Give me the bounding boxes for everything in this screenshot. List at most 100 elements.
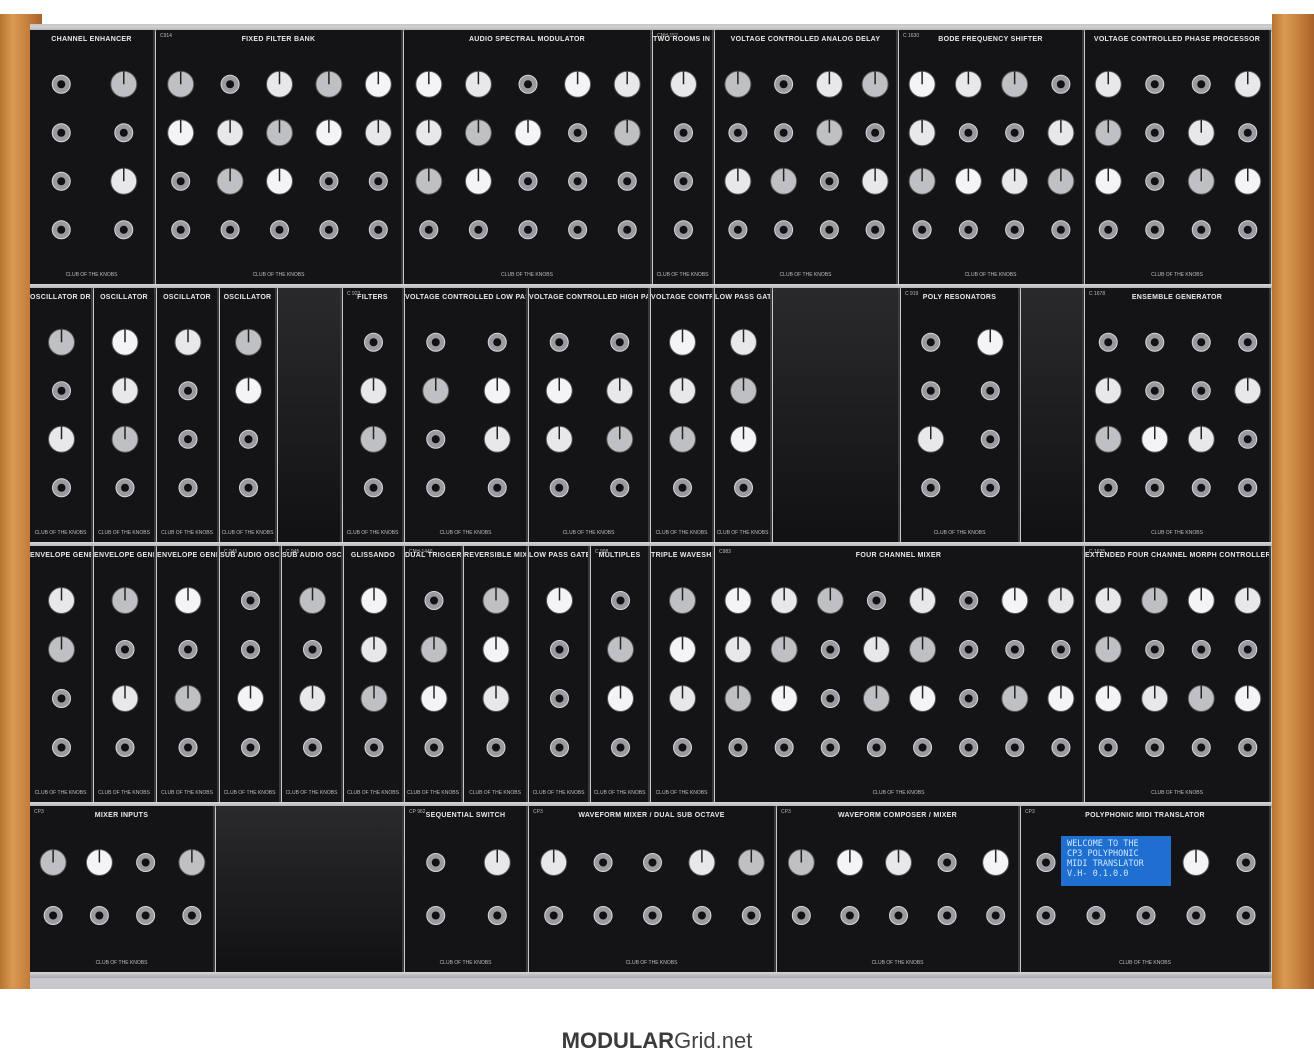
control-knob[interactable] [1187, 685, 1215, 712]
patch-jack[interactable] [611, 591, 630, 610]
control-knob[interactable] [420, 636, 448, 663]
patch-jack[interactable] [958, 220, 978, 240]
patch-jack[interactable] [774, 220, 794, 240]
control-knob[interactable] [613, 119, 641, 147]
control-knob[interactable] [724, 167, 752, 195]
patch-jack[interactable] [136, 906, 156, 925]
patch-jack[interactable] [1145, 220, 1165, 240]
control-knob[interactable] [111, 425, 139, 453]
control-knob[interactable] [1234, 377, 1262, 405]
patch-jack[interactable] [550, 738, 569, 757]
patch-jack[interactable] [550, 640, 569, 659]
control-knob[interactable] [360, 685, 388, 712]
control-knob[interactable] [1234, 587, 1262, 614]
patch-jack[interactable] [114, 123, 134, 143]
patch-jack[interactable] [840, 906, 860, 925]
patch-jack[interactable] [692, 906, 712, 925]
control-knob[interactable] [1187, 119, 1215, 147]
patch-jack[interactable] [114, 220, 134, 240]
patch-jack[interactable] [1145, 381, 1165, 401]
control-knob[interactable] [111, 685, 139, 712]
patch-jack[interactable] [1136, 906, 1156, 925]
control-knob[interactable] [235, 377, 262, 405]
control-knob[interactable] [1182, 849, 1210, 876]
patch-jack[interactable] [1005, 220, 1025, 240]
control-knob[interactable] [669, 377, 696, 405]
control-knob[interactable] [606, 377, 634, 405]
control-knob[interactable] [815, 119, 843, 147]
patch-jack[interactable] [544, 906, 564, 925]
patch-jack[interactable] [1098, 220, 1118, 240]
patch-jack[interactable] [1186, 906, 1206, 925]
control-knob[interactable] [954, 70, 982, 98]
patch-jack[interactable] [303, 640, 322, 659]
control-knob[interactable] [1094, 425, 1122, 453]
control-knob[interactable] [174, 587, 202, 614]
control-knob[interactable] [724, 70, 752, 98]
patch-jack[interactable] [959, 738, 979, 757]
control-knob[interactable] [1047, 167, 1075, 195]
patch-jack[interactable] [220, 74, 240, 94]
patch-jack[interactable] [368, 171, 388, 191]
patch-jack[interactable] [819, 220, 839, 240]
patch-jack[interactable] [182, 906, 202, 925]
control-knob[interactable] [885, 849, 912, 876]
patch-jack[interactable] [889, 906, 908, 925]
patch-jack[interactable] [1036, 906, 1056, 925]
patch-jack[interactable] [568, 123, 588, 143]
control-knob[interactable] [540, 849, 568, 876]
patch-jack[interactable] [1191, 381, 1211, 401]
control-knob[interactable] [235, 328, 262, 356]
patch-jack[interactable] [241, 640, 260, 659]
control-knob[interactable] [1094, 167, 1122, 195]
control-knob[interactable] [954, 167, 982, 195]
patch-jack[interactable] [549, 332, 569, 352]
patch-jack[interactable] [1005, 640, 1025, 659]
patch-jack[interactable] [550, 689, 569, 708]
patch-jack[interactable] [610, 478, 630, 498]
patch-jack[interactable] [593, 853, 613, 872]
control-knob[interactable] [909, 685, 937, 712]
patch-jack[interactable] [1051, 220, 1071, 240]
control-knob[interactable] [483, 425, 511, 453]
control-knob[interactable] [360, 425, 387, 453]
control-knob[interactable] [1141, 685, 1169, 712]
control-knob[interactable] [1001, 167, 1029, 195]
control-knob[interactable] [669, 425, 696, 453]
control-knob[interactable] [364, 70, 392, 98]
patch-jack[interactable] [1145, 123, 1165, 143]
control-knob[interactable] [315, 119, 343, 147]
control-knob[interactable] [730, 377, 757, 405]
patch-jack[interactable] [426, 429, 446, 449]
control-knob[interactable] [816, 587, 844, 614]
control-knob[interactable] [909, 636, 937, 663]
control-knob[interactable] [364, 119, 392, 147]
patch-jack[interactable] [220, 220, 240, 240]
control-knob[interactable] [216, 119, 244, 147]
patch-jack[interactable] [468, 220, 488, 240]
patch-jack[interactable] [426, 478, 446, 498]
control-knob[interactable] [174, 328, 202, 356]
control-knob[interactable] [420, 685, 448, 712]
control-knob[interactable] [483, 377, 511, 405]
patch-jack[interactable] [1238, 640, 1258, 659]
patch-jack[interactable] [549, 478, 569, 498]
patch-jack[interactable] [1238, 738, 1258, 757]
control-knob[interactable] [1001, 685, 1029, 712]
patch-jack[interactable] [1145, 738, 1165, 757]
patch-jack[interactable] [728, 220, 748, 240]
control-knob[interactable] [669, 636, 696, 663]
control-knob[interactable] [770, 587, 798, 614]
control-knob[interactable] [514, 119, 542, 147]
patch-jack[interactable] [673, 738, 692, 757]
patch-jack[interactable] [1238, 478, 1258, 498]
patch-jack[interactable] [487, 906, 507, 925]
patch-jack[interactable] [617, 220, 637, 240]
control-knob[interactable] [360, 587, 388, 614]
control-knob[interactable] [724, 636, 752, 663]
patch-jack[interactable] [364, 478, 383, 498]
control-knob[interactable] [669, 587, 696, 614]
patch-jack[interactable] [89, 906, 109, 925]
control-knob[interactable] [862, 636, 890, 663]
patch-jack[interactable] [1191, 640, 1211, 659]
